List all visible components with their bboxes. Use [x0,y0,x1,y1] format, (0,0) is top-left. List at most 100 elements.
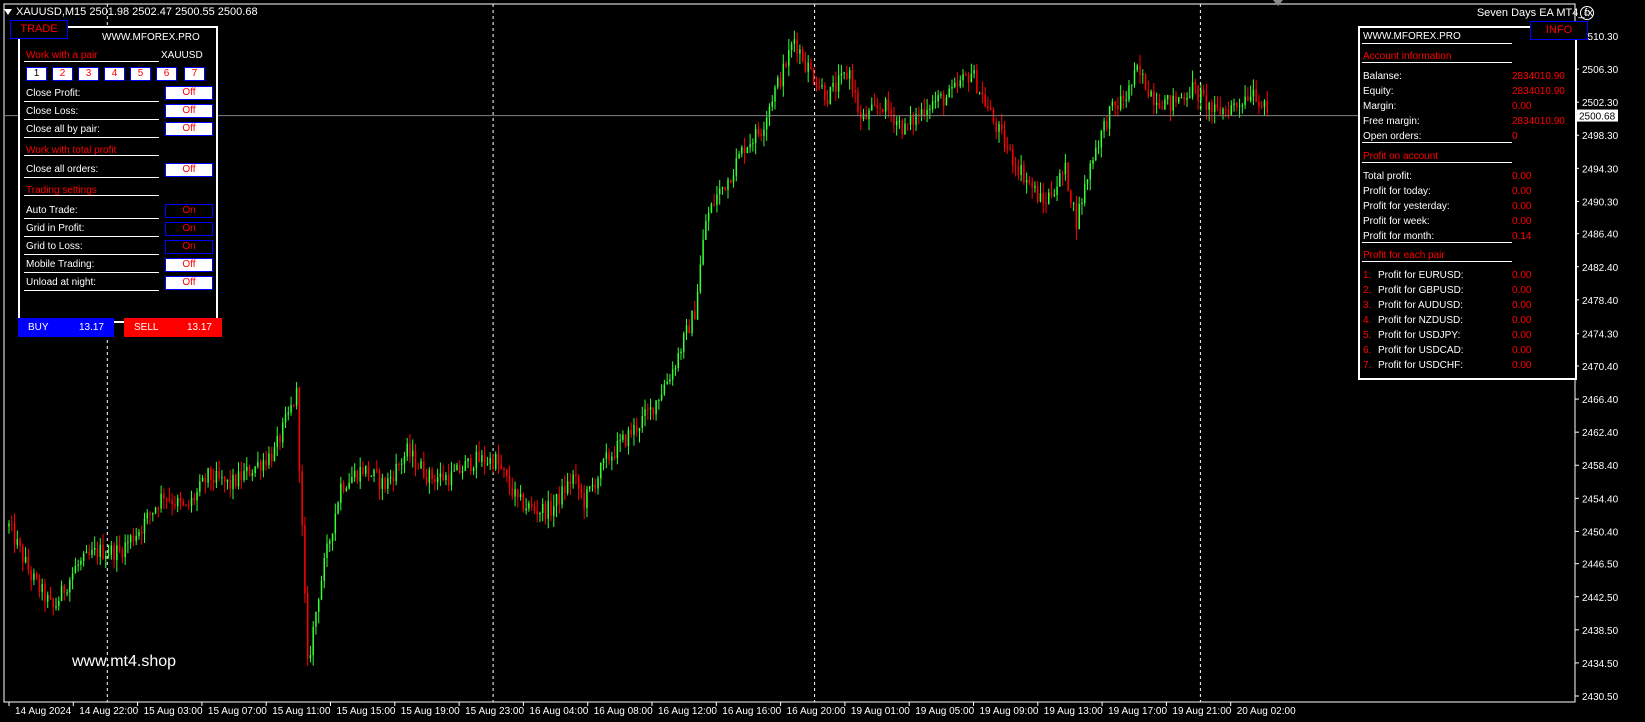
candle-body [846,72,848,79]
candle-body [1153,91,1155,105]
candle-body [890,110,892,115]
candle-body [1147,89,1150,97]
trade-panel: WWW.MFOREX.PRO Work with a pair XAUUSD 1… [18,26,218,323]
info-tab[interactable]: INFO [1530,21,1588,40]
close-all-orders-toggle[interactable]: Off [165,163,213,177]
candle-body [22,545,24,563]
candle-body [788,50,790,67]
candle-body [398,463,400,465]
candle-body [810,62,812,70]
candle-body [481,455,483,462]
candle-body [876,105,879,109]
candle-body [1050,192,1053,196]
pair-button-1[interactable]: 1 [26,67,47,81]
buy-button[interactable]: BUY 13.17 [18,318,114,337]
y-tick-label: 2458.40 [1582,461,1619,472]
pair-button-4[interactable]: 4 [104,67,125,81]
divider [24,119,159,120]
candle-body [204,478,207,483]
candle-body [268,453,270,466]
candle-body [11,523,13,525]
pair-button-2[interactable]: 2 [52,67,73,81]
candle-body [602,459,605,463]
chart-shift-marker-icon[interactable] [1273,0,1283,6]
candle-body [210,468,212,481]
candle-body [948,88,950,98]
candle-body [572,474,574,484]
candle-body [132,535,135,541]
candle-body [1200,89,1202,101]
candle-body [409,443,411,457]
y-tick-label: 2438.50 [1582,626,1619,637]
pair-button-3[interactable]: 3 [78,67,99,81]
candle-body [71,573,74,580]
candle-body [207,468,209,483]
candle-body [470,458,472,471]
close-all-orders-label: Close all orders: [26,164,99,175]
candle-body [649,407,652,410]
grid-to-loss-toggle[interactable]: On [165,240,213,254]
pair-row-value: 0.00 [1512,300,1532,311]
pair-row-value: 0.00 [1512,330,1532,341]
candle-body [1092,160,1094,164]
candle-body [956,82,959,87]
candle-body [27,556,30,571]
divider [24,254,159,255]
candle-body [619,439,621,441]
candle-body [240,471,243,481]
candle-body [273,447,276,462]
candle-body [1111,101,1114,106]
pair-button-5[interactable]: 5 [130,67,151,81]
candle-body [124,542,126,558]
candle-body [741,147,743,154]
candle-body [370,476,373,478]
x-tick-label: 15 Aug 03:00 [144,706,203,717]
section-work-with-pair: Work with a pair [26,50,98,61]
expert-advisor-name: Seven Days EA MT4_fx [1476,7,1593,19]
close-all-pair-toggle[interactable]: Off [165,122,213,136]
candle-body [1183,96,1186,100]
candle-body [777,77,779,88]
candle-body [727,179,729,191]
sell-button[interactable]: SELL 13.17 [124,318,222,337]
candle-body [378,470,381,489]
close-all-pair-label: Close all by pair: [26,124,100,135]
pair-button-6[interactable]: 6 [156,67,177,81]
candle-body [920,109,923,116]
candle-body [1136,65,1139,71]
sell-lot: 13.17 [186,322,212,333]
grid-in-profit-toggle[interactable]: On [165,222,213,236]
auto-trade-toggle[interactable]: On [165,204,213,218]
y-tick-label: 2502.30 [1582,98,1619,109]
candle-body [771,101,773,107]
candle-body [88,552,90,555]
close-profit-toggle[interactable]: Off [165,86,213,100]
candle-body [583,492,585,509]
candle-body [680,351,682,354]
candle-body [735,158,738,176]
mobile-trading-toggle[interactable]: Off [165,258,213,272]
candle-body [282,422,284,443]
unload-at-night-toggle[interactable]: Off [165,276,213,290]
candle-body [49,595,52,599]
candle-body [984,94,986,107]
close-loss-toggle[interactable]: Off [165,104,213,118]
candle-body [309,655,312,659]
y-tick-label: 2434.50 [1582,659,1619,670]
candle-body [69,579,71,593]
candle-body [1009,148,1011,150]
candle-body [895,121,898,126]
candle-body [721,187,724,189]
candle-body [461,470,464,473]
trade-tab[interactable]: TRADE [10,20,68,39]
pair-row-value: 0.00 [1512,360,1532,371]
candle-body [940,94,942,96]
menu-triangle-icon[interactable] [4,9,12,16]
candle-body [403,456,406,464]
pair-button-7[interactable]: 7 [184,67,205,81]
candle-body [671,369,674,380]
candle-body [91,549,93,555]
candle-body [1042,193,1045,203]
candle-body [417,468,420,470]
candle-body [1144,73,1147,90]
